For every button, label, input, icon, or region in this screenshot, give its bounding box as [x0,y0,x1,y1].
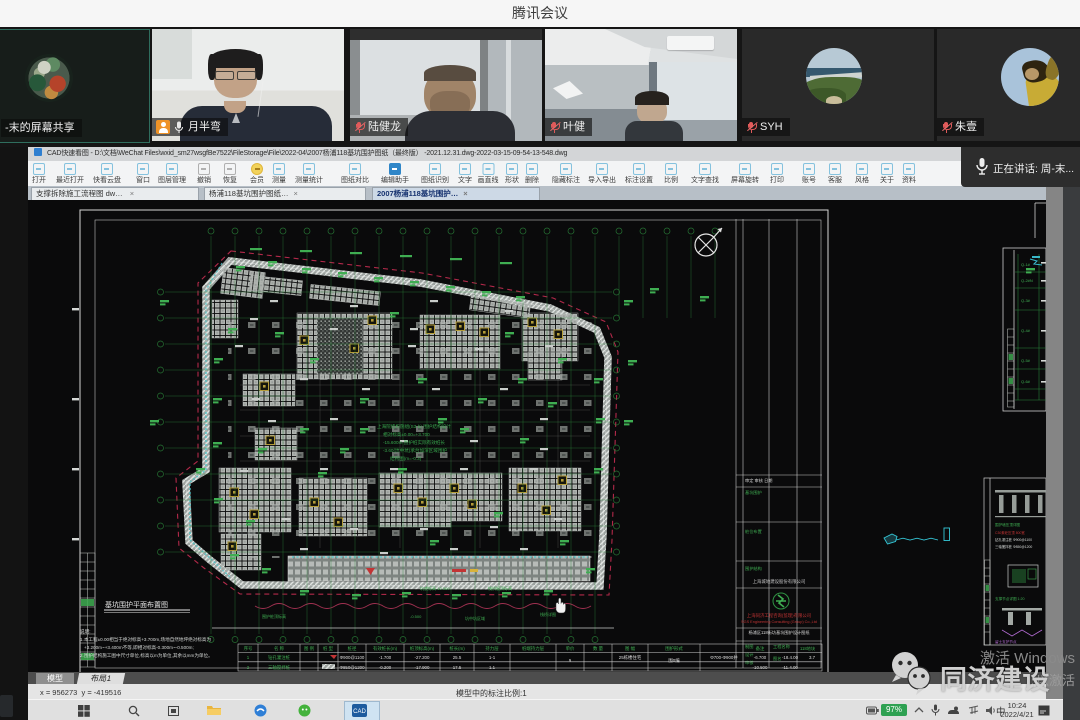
svg-text:坑底标高-10.500: 坑底标高-10.500 [420,585,450,591]
svg-text:25栋楼住宅: 25栋楼住宅 [619,654,642,661]
svg-text:17.5: 17.5 [453,665,462,670]
svg-text:2.围护结构施工图中尺寸单位,标高以m为单位,其余以mm为单: 2.围护结构施工图中尺寸单位,标高以m为单位,其余以mm为单位。 [80,652,213,659]
svg-text:钻孔灌注桩: 钻孔灌注桩 [268,654,291,661]
svg-text:118地块: 118地块 [800,645,816,652]
svg-text:数 量: 数 量 [593,645,604,652]
svg-text:钻孔灌注桩 Φ900@1100: 钻孔灌注桩 Φ900@1100 [995,537,1032,542]
svg-text:说明:: 说明: [80,628,90,635]
svg-text:坑中坑区域: 坑中坑区域 [465,615,485,621]
svg-text:-6.700: -6.700 [754,655,767,660]
svg-text:25.5: 25.5 [453,655,462,660]
svg-text:围护墙压顶详图: 围护墙压顶详图 [995,522,1021,527]
svg-text:审定 审核 日期: 审定 审核 日期 [745,477,772,484]
svg-text:Q-2#N: Q-2#N [1021,278,1033,283]
svg-text:基坑围护: 基坑围护 [745,489,762,496]
svg-text:2: 2 [247,665,250,670]
svg-text:C30素砼压顶 800宽: C30素砼压顶 800宽 [995,530,1025,535]
svg-text:上海院结构施组(S3-b) 围护结构设计: 上海院结构施组(S3-b) 围护结构设计 [377,423,451,430]
svg-text:-0.200: -0.200 [379,665,392,670]
svg-text:Q-5#: Q-5# [1021,358,1031,363]
svg-text:1.1: 1.1 [489,665,496,670]
svg-text:上海城地建设股份有限公司: 上海城地建设股份有限公司 [753,578,806,585]
svg-text:栈桥板顶标高: 栈桥板顶标高 [488,585,512,591]
svg-text:1-1: 1-1 [489,655,496,660]
svg-text:-15.600m 围护桩实际有效桩长: -15.600m 围护桩实际有效桩长 [383,439,445,446]
svg-text:-0.500: -0.500 [410,614,422,619]
svg-text:支撑节点详图 1:20: 支撑节点详图 1:20 [995,596,1025,601]
svg-text:留土支护节点: 留土支护节点 [995,639,1017,644]
svg-text:围护结构: 围护结构 [745,565,762,572]
svg-text:围0编: 围0编 [668,657,680,664]
svg-text:名 称: 名 称 [274,645,285,652]
svg-text:Q-1#: Q-1# [1021,262,1031,267]
svg-text:基坑围护平面布置图: 基坑围护平面布置图 [105,600,168,609]
svg-text:Φ700-Φ900井: Φ700-Φ900井 [710,654,738,661]
svg-text:CAD: CAD [353,709,366,715]
svg-text:Φ850@1200: Φ850@1200 [339,665,365,670]
svg-text:Φ900@1100: Φ900@1100 [340,655,365,660]
svg-text:图 幅: 图 幅 [625,645,636,652]
svg-text:备注: 备注 [756,645,765,652]
svg-text:+3.200m~+3.400m不等,即相对标高-0.300m: +3.200m~+3.400m不等,即相对标高-0.300m~-0.500m; [84,644,194,651]
svg-text:桩长(m): 桩长(m) [449,645,465,652]
svg-text:结构图(m=-0.3): 结构图(m=-0.3) [390,455,422,462]
svg-text:SGS Engineering Consulting (Gr: SGS Engineering Consulting (Group) Co.,L… [741,620,817,624]
svg-text:设计: 设计 [745,651,753,658]
svg-text:桩顶标高(m): 桩顶标高(m) [410,645,435,652]
svg-text:桩位布置: 桩位布置 [745,528,762,535]
svg-text:9: 9 [569,658,572,663]
svg-text:-10.500: -10.500 [753,665,768,670]
svg-text:杨浦区118街坊基坑围护设计图纸: 杨浦区118街坊基坑围护设计图纸 [748,629,810,636]
svg-text:-1.700: -1.700 [379,655,392,660]
svg-text:上海同济工程咨询(监理)有限公司: 上海同济工程咨询(监理)有限公司 [747,612,811,619]
svg-text:有效桩长(m): 有效桩长(m) [373,645,398,652]
svg-text:3.7: 3.7 [809,655,816,660]
svg-text:-18.4.00: -18.4.00 [782,655,799,660]
svg-text:-17.900: -17.900 [415,665,430,670]
svg-text:单价: 单价 [566,645,575,652]
svg-text:三轴搅拌桩: 三轴搅拌桩 [268,664,291,671]
svg-text:桩端持力层: 桩端持力层 [522,645,545,652]
svg-text:-27.200: -27.200 [415,655,430,660]
svg-text:Q-3#: Q-3# [1021,298,1031,303]
svg-text:相对标高±0.00=+3.700: 相对标高±0.00=+3.700 [383,431,430,438]
svg-text:桩径: 桩径 [348,645,357,652]
svg-text:三轴搅拌桩 Φ850@1200: 三轴搅拌桩 Φ850@1200 [995,544,1032,549]
svg-text:Q-6#: Q-6# [1021,379,1031,384]
svg-text:Q-4#: Q-4# [1021,328,1031,333]
svg-text:-11.4.00: -11.4.00 [782,665,798,670]
svg-text:1: 1 [247,655,250,660]
svg-text:序号: 序号 [244,645,253,652]
svg-text:图 例: 图 例 [304,645,315,652]
svg-text:桩 型: 桩 型 [323,645,334,652]
svg-text:围护形式: 围护形式 [665,645,683,652]
svg-text:图名: 图名 [773,655,781,662]
svg-text:围护桩顶标高: 围护桩顶标高 [262,613,286,619]
svg-text:1.本工程±0.00相当于绝对标高+3.700m,场地自然地: 1.本工程±0.00相当于绝对标高+3.700m,场地自然地坪绝对标高为 [80,636,211,643]
svg-text:栈桥详图: 栈桥详图 [540,611,556,617]
svg-text:持力层: 持力层 [485,645,499,652]
svg-text:-3.60(坑中坑)承台加深区域围护: -3.60(坑中坑)承台加深区域围护 [383,447,447,454]
